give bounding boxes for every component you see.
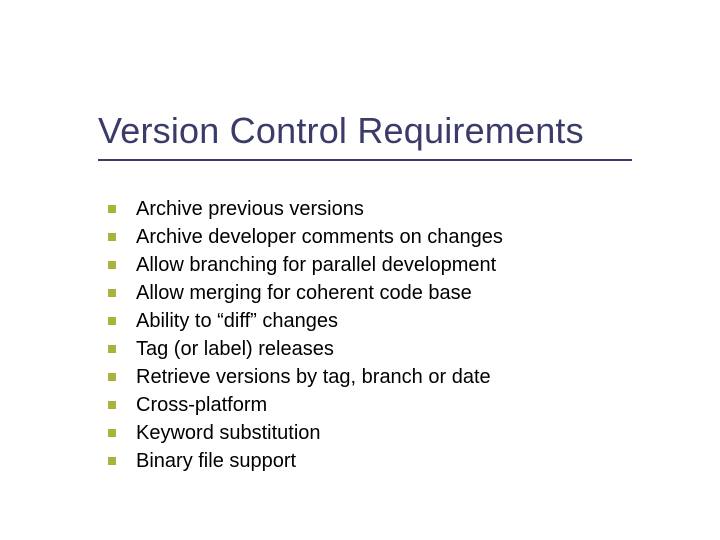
list-item: Tag (or label) releases <box>108 335 503 363</box>
square-bullet-icon <box>108 317 116 325</box>
list-item: Allow merging for coherent code base <box>108 279 503 307</box>
list-item-label: Keyword substitution <box>136 422 321 445</box>
list-item: Retrieve versions by tag, branch or date <box>108 363 503 391</box>
bullet-list: Archive previous versions Archive develo… <box>108 195 503 475</box>
list-item: Keyword substitution <box>108 419 503 447</box>
square-bullet-icon <box>108 373 116 381</box>
list-item-label: Ability to “diff” changes <box>136 310 338 333</box>
list-item-label: Allow merging for coherent code base <box>136 282 472 305</box>
square-bullet-icon <box>108 233 116 241</box>
list-item-label: Tag (or label) releases <box>136 338 334 361</box>
list-item-label: Archive developer comments on changes <box>136 226 503 249</box>
square-bullet-icon <box>108 261 116 269</box>
list-item-label: Cross-platform <box>136 394 267 417</box>
slide-title: Version Control Requirements <box>98 110 584 152</box>
list-item-label: Allow branching for parallel development <box>136 254 496 277</box>
list-item-label: Archive previous versions <box>136 198 364 221</box>
list-item: Archive previous versions <box>108 195 503 223</box>
list-item-label: Retrieve versions by tag, branch or date <box>136 366 491 389</box>
list-item: Allow branching for parallel development <box>108 251 503 279</box>
square-bullet-icon <box>108 205 116 213</box>
list-item: Ability to “diff” changes <box>108 307 503 335</box>
list-item-label: Binary file support <box>136 450 296 473</box>
square-bullet-icon <box>108 401 116 409</box>
list-item: Archive developer comments on changes <box>108 223 503 251</box>
list-item: Cross-platform <box>108 391 503 419</box>
title-underline <box>98 159 632 161</box>
list-item: Binary file support <box>108 447 503 475</box>
square-bullet-icon <box>108 289 116 297</box>
slide: Version Control Requirements Archive pre… <box>0 0 720 540</box>
square-bullet-icon <box>108 457 116 465</box>
square-bullet-icon <box>108 345 116 353</box>
square-bullet-icon <box>108 429 116 437</box>
